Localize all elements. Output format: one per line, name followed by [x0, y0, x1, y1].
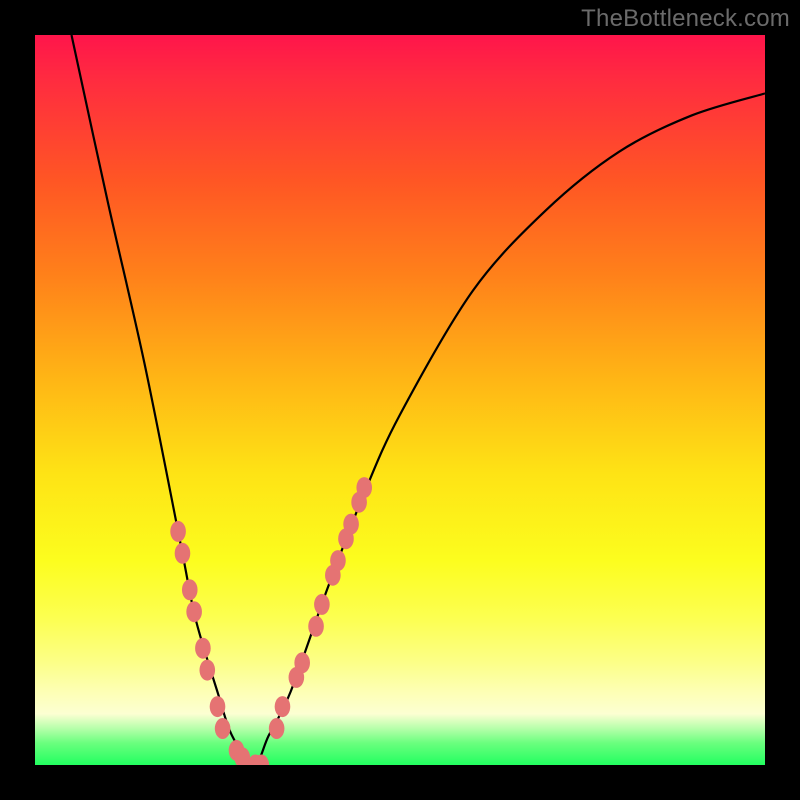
chart-frame: TheBottleneck.com — [0, 0, 800, 800]
bottleneck-curve — [72, 35, 766, 765]
dot-marker — [356, 477, 372, 498]
dot-marker — [182, 579, 198, 600]
dot-marker — [170, 521, 186, 542]
dot-marker — [195, 638, 211, 659]
dot-marker — [186, 601, 202, 622]
dot-marker — [330, 550, 346, 571]
dot-marker — [314, 594, 330, 615]
dot-marker — [294, 652, 310, 673]
dot-marker — [343, 514, 359, 535]
plot-area — [35, 35, 765, 765]
dot-marker — [175, 543, 191, 564]
dot-marker — [275, 696, 291, 717]
dot-marker — [269, 718, 285, 739]
dot-markers-group — [170, 477, 372, 765]
chart-svg — [35, 35, 765, 765]
dot-marker — [199, 660, 215, 681]
dot-marker — [308, 616, 324, 637]
watermark-text: TheBottleneck.com — [581, 5, 790, 33]
dot-marker — [210, 696, 226, 717]
dot-marker — [215, 718, 231, 739]
